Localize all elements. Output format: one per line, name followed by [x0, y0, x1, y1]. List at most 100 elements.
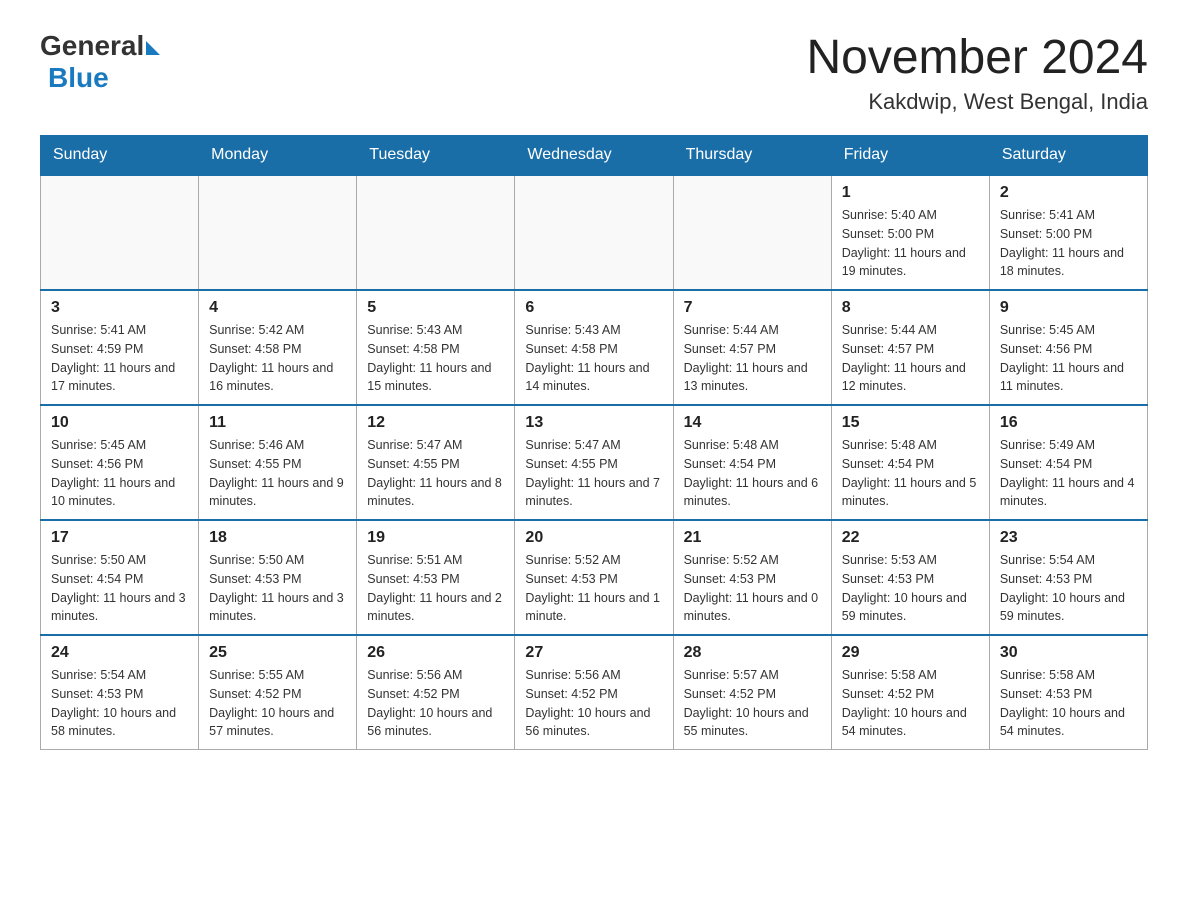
calendar-week-row: 1 Sunrise: 5:40 AMSunset: 5:00 PMDaylight… [41, 175, 1148, 290]
calendar-day-cell: 10 Sunrise: 5:45 AMSunset: 4:56 PMDayligh… [41, 405, 199, 520]
day-info: Sunrise: 5:40 AMSunset: 5:00 PMDaylight:… [842, 206, 979, 281]
calendar-day-cell: 15Sunrise: 5:48 AMSunset: 4:54 PMDayligh… [831, 405, 989, 520]
day-number: 14 [684, 414, 821, 432]
day-number: 17 [51, 529, 188, 547]
calendar-day-cell: 21Sunrise: 5:52 AMSunset: 4:53 PMDayligh… [673, 520, 831, 635]
day-number: 13 [525, 414, 662, 432]
day-number: 8 [842, 299, 979, 317]
calendar-header-row: SundayMondayTuesdayWednesdayThursdayFrid… [41, 136, 1148, 176]
day-info: Sunrise: 5:54 AMSunset: 4:53 PMDaylight:… [1000, 551, 1137, 626]
calendar-day-cell: 14 Sunrise: 5:48 AMSunset: 4:54 PMDayligh… [673, 405, 831, 520]
day-info: Sunrise: 5:42 AMSunset: 4:58 PMDaylight:… [209, 321, 346, 396]
title-area: November 2024 Kakdwip, West Bengal, Indi… [806, 30, 1148, 115]
day-number: 9 [1000, 299, 1137, 317]
day-info: Sunrise: 5:43 AMSunset: 4:58 PMDaylight:… [367, 321, 504, 396]
logo-arrow-icon [146, 41, 160, 55]
day-number: 2 [1000, 184, 1137, 202]
day-number: 7 [684, 299, 821, 317]
calendar-table: SundayMondayTuesdayWednesdayThursdayFrid… [40, 135, 1148, 750]
day-info: Sunrise: 5:52 AMSunset: 4:53 PMDaylight:… [525, 551, 662, 626]
day-number: 1 [842, 184, 979, 202]
calendar-day-cell: 9 Sunrise: 5:45 AMSunset: 4:56 PMDaylight… [989, 290, 1147, 405]
calendar-day-cell: 16 Sunrise: 5:49 AMSunset: 4:54 PMDayligh… [989, 405, 1147, 520]
day-number: 4 [209, 299, 346, 317]
day-number: 28 [684, 644, 821, 662]
calendar-day-cell: 24 Sunrise: 5:54 AMSunset: 4:53 PMDayligh… [41, 635, 199, 750]
day-of-week-header: Monday [199, 136, 357, 176]
calendar-week-row: 10 Sunrise: 5:45 AMSunset: 4:56 PMDayligh… [41, 405, 1148, 520]
day-number: 24 [51, 644, 188, 662]
day-info: Sunrise: 5:56 AMSunset: 4:52 PMDaylight:… [367, 666, 504, 741]
day-info: Sunrise: 5:47 AMSunset: 4:55 PMDaylight:… [367, 436, 504, 511]
location-text: Kakdwip, West Bengal, India [806, 89, 1148, 115]
day-number: 26 [367, 644, 504, 662]
day-number: 16 [1000, 414, 1137, 432]
day-info: Sunrise: 5:45 AMSunset: 4:56 PMDaylight:… [1000, 321, 1137, 396]
day-info: Sunrise: 5:58 AMSunset: 4:53 PMDaylight:… [1000, 666, 1137, 741]
calendar-day-cell: 7 Sunrise: 5:44 AMSunset: 4:57 PMDaylight… [673, 290, 831, 405]
calendar-day-cell: 12 Sunrise: 5:47 AMSunset: 4:55 PMDayligh… [357, 405, 515, 520]
calendar-day-cell: 26 Sunrise: 5:56 AMSunset: 4:52 PMDayligh… [357, 635, 515, 750]
calendar-day-cell: 6Sunrise: 5:43 AMSunset: 4:58 PMDaylight… [515, 290, 673, 405]
day-info: Sunrise: 5:41 AMSunset: 5:00 PMDaylight:… [1000, 206, 1137, 281]
calendar-day-cell: 19Sunrise: 5:51 AMSunset: 4:53 PMDayligh… [357, 520, 515, 635]
day-info: Sunrise: 5:50 AMSunset: 4:54 PMDaylight:… [51, 551, 188, 626]
calendar-day-cell: 18Sunrise: 5:50 AMSunset: 4:53 PMDayligh… [199, 520, 357, 635]
day-info: Sunrise: 5:57 AMSunset: 4:52 PMDaylight:… [684, 666, 821, 741]
calendar-day-cell [673, 175, 831, 290]
day-info: Sunrise: 5:50 AMSunset: 4:53 PMDaylight:… [209, 551, 346, 626]
calendar-day-cell: 4 Sunrise: 5:42 AMSunset: 4:58 PMDaylight… [199, 290, 357, 405]
day-number: 20 [525, 529, 662, 547]
day-info: Sunrise: 5:48 AMSunset: 4:54 PMDaylight:… [842, 436, 979, 511]
calendar-day-cell: 11 Sunrise: 5:46 AMSunset: 4:55 PMDayligh… [199, 405, 357, 520]
day-info: Sunrise: 5:51 AMSunset: 4:53 PMDaylight:… [367, 551, 504, 626]
day-number: 6 [525, 299, 662, 317]
day-of-week-header: Tuesday [357, 136, 515, 176]
calendar-day-cell: 8 Sunrise: 5:44 AMSunset: 4:57 PMDaylight… [831, 290, 989, 405]
logo: General Blue [40, 30, 160, 94]
day-info: Sunrise: 5:41 AMSunset: 4:59 PMDaylight:… [51, 321, 188, 396]
day-info: Sunrise: 5:45 AMSunset: 4:56 PMDaylight:… [51, 436, 188, 511]
calendar-day-cell: 1 Sunrise: 5:40 AMSunset: 5:00 PMDaylight… [831, 175, 989, 290]
day-info: Sunrise: 5:46 AMSunset: 4:55 PMDaylight:… [209, 436, 346, 511]
day-number: 10 [51, 414, 188, 432]
day-number: 30 [1000, 644, 1137, 662]
day-number: 3 [51, 299, 188, 317]
logo-general-text: General [40, 30, 144, 62]
day-info: Sunrise: 5:55 AMSunset: 4:52 PMDaylight:… [209, 666, 346, 741]
day-info: Sunrise: 5:44 AMSunset: 4:57 PMDaylight:… [842, 321, 979, 396]
day-of-week-header: Friday [831, 136, 989, 176]
calendar-day-cell: 3 Sunrise: 5:41 AMSunset: 4:59 PMDaylight… [41, 290, 199, 405]
calendar-day-cell [41, 175, 199, 290]
calendar-day-cell: 17 Sunrise: 5:50 AMSunset: 4:54 PMDayligh… [41, 520, 199, 635]
day-info: Sunrise: 5:54 AMSunset: 4:53 PMDaylight:… [51, 666, 188, 741]
calendar-day-cell: 22Sunrise: 5:53 AMSunset: 4:53 PMDayligh… [831, 520, 989, 635]
day-number: 25 [209, 644, 346, 662]
calendar-day-cell: 5Sunrise: 5:43 AMSunset: 4:58 PMDaylight… [357, 290, 515, 405]
day-number: 22 [842, 529, 979, 547]
day-number: 12 [367, 414, 504, 432]
calendar-day-cell [199, 175, 357, 290]
calendar-day-cell: 29 Sunrise: 5:58 AMSunset: 4:52 PMDayligh… [831, 635, 989, 750]
calendar-week-row: 17 Sunrise: 5:50 AMSunset: 4:54 PMDayligh… [41, 520, 1148, 635]
day-number: 27 [525, 644, 662, 662]
calendar-day-cell: 25 Sunrise: 5:55 AMSunset: 4:52 PMDayligh… [199, 635, 357, 750]
calendar-day-cell: 28 Sunrise: 5:57 AMSunset: 4:52 PMDayligh… [673, 635, 831, 750]
calendar-day-cell: 20 Sunrise: 5:52 AMSunset: 4:53 PMDayligh… [515, 520, 673, 635]
day-of-week-header: Thursday [673, 136, 831, 176]
day-info: Sunrise: 5:56 AMSunset: 4:52 PMDaylight:… [525, 666, 662, 741]
day-info: Sunrise: 5:47 AMSunset: 4:55 PMDaylight:… [525, 436, 662, 511]
day-of-week-header: Wednesday [515, 136, 673, 176]
day-of-week-header: Sunday [41, 136, 199, 176]
day-info: Sunrise: 5:58 AMSunset: 4:52 PMDaylight:… [842, 666, 979, 741]
day-number: 23 [1000, 529, 1137, 547]
calendar-day-cell: 30 Sunrise: 5:58 AMSunset: 4:53 PMDayligh… [989, 635, 1147, 750]
day-number: 21 [684, 529, 821, 547]
day-info: Sunrise: 5:44 AMSunset: 4:57 PMDaylight:… [684, 321, 821, 396]
day-number: 11 [209, 414, 346, 432]
day-info: Sunrise: 5:48 AMSunset: 4:54 PMDaylight:… [684, 436, 821, 511]
calendar-day-cell: 27 Sunrise: 5:56 AMSunset: 4:52 PMDayligh… [515, 635, 673, 750]
calendar-week-row: 24 Sunrise: 5:54 AMSunset: 4:53 PMDayligh… [41, 635, 1148, 750]
day-number: 29 [842, 644, 979, 662]
day-info: Sunrise: 5:49 AMSunset: 4:54 PMDaylight:… [1000, 436, 1137, 511]
